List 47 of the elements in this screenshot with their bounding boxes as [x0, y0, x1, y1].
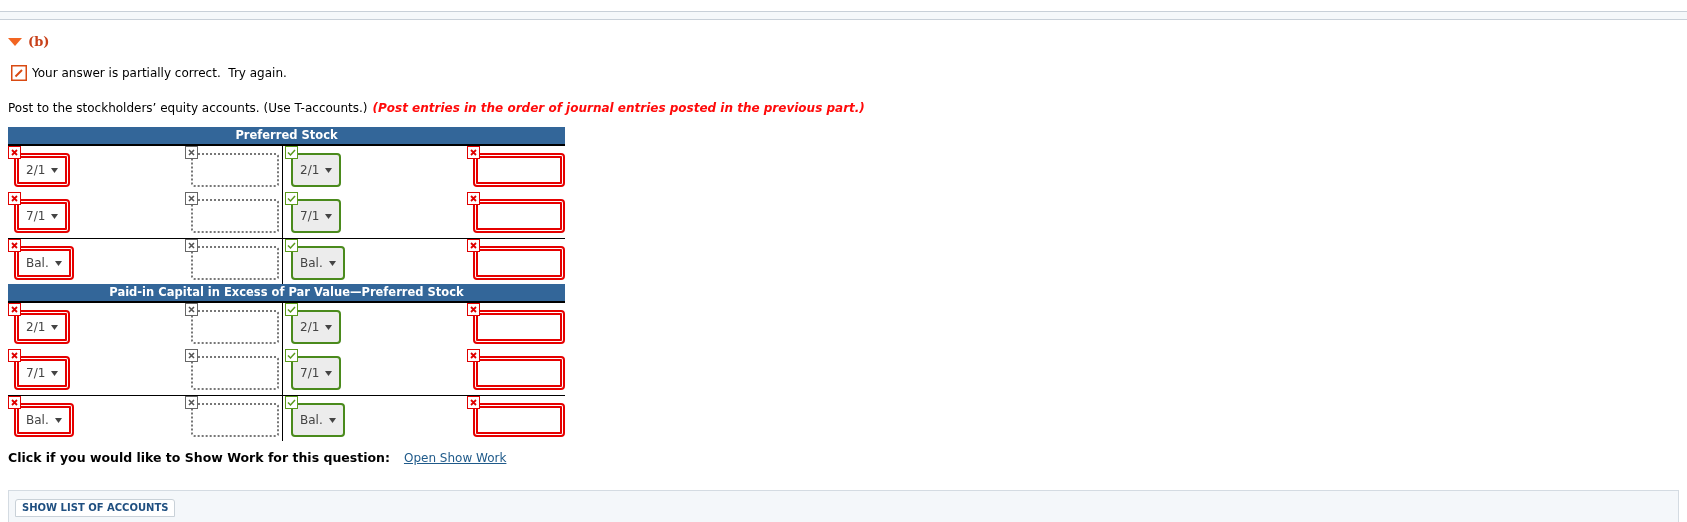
caret-icon — [325, 213, 333, 219]
caret-icon — [51, 370, 59, 376]
show-work-link[interactable]: Open Show Work — [403, 449, 507, 468]
date-dropdown[interactable]: 2/1 — [14, 310, 71, 344]
caret-icon — [51, 213, 59, 219]
amount-field[interactable] — [473, 246, 565, 280]
show-accounts-button[interactable]: SHOW LIST OF ACCOUNTS — [15, 498, 176, 517]
caret-icon — [325, 370, 333, 376]
amount-field[interactable] — [191, 153, 279, 187]
instruction-note: (Post entries in the order of journal entries posted in the previous part.) — [372, 100, 865, 117]
pencil-icon — [11, 65, 27, 81]
date-dropdown[interactable]: Bal. — [14, 403, 74, 437]
date-dropdown[interactable]: 2/1 — [14, 153, 71, 187]
amount-field[interactable] — [191, 246, 279, 280]
account-title: Paid-in Capital in Excess of Par Value—Preferred Stock — [8, 284, 565, 303]
amount-field[interactable] — [191, 199, 279, 233]
date-dropdown[interactable]: Bal. — [291, 246, 345, 280]
instruction-text: Post to the stockholders’ equity accounts. (Use T-accounts.) — [8, 100, 368, 117]
amount-field[interactable] — [473, 153, 565, 187]
caret-icon — [325, 167, 333, 173]
date-dropdown[interactable]: 7/1 — [291, 199, 342, 233]
amount-field[interactable] — [473, 403, 565, 437]
amount-field[interactable] — [473, 310, 565, 344]
caret-icon — [54, 260, 62, 266]
part-label: (b) — [28, 33, 50, 52]
feedback-message: Your answer is partially correct. Try again. — [32, 65, 287, 82]
collapse-arrow-icon[interactable] — [8, 37, 22, 47]
amount-field[interactable] — [191, 356, 279, 390]
show-work-prompt: Click if you would like to Show Work for this question: — [8, 449, 390, 467]
amount-field[interactable] — [473, 199, 565, 233]
date-dropdown[interactable]: 7/1 — [291, 356, 342, 390]
amount-field[interactable] — [191, 403, 279, 437]
caret-icon — [51, 324, 59, 330]
date-dropdown[interactable]: Bal. — [291, 403, 345, 437]
date-dropdown[interactable]: 7/1 — [14, 356, 71, 390]
date-dropdown[interactable]: Bal. — [14, 246, 74, 280]
account-title: Preferred Stock — [8, 127, 565, 146]
date-dropdown[interactable]: 2/1 — [291, 310, 342, 344]
caret-icon — [328, 260, 336, 266]
caret-icon — [51, 167, 59, 173]
amount-field[interactable] — [191, 310, 279, 344]
amount-field[interactable] — [473, 356, 565, 390]
caret-icon — [328, 417, 336, 423]
caret-icon — [325, 324, 333, 330]
caret-icon — [54, 417, 62, 423]
date-dropdown[interactable]: 7/1 — [14, 199, 71, 233]
date-dropdown[interactable]: 2/1 — [291, 153, 342, 187]
